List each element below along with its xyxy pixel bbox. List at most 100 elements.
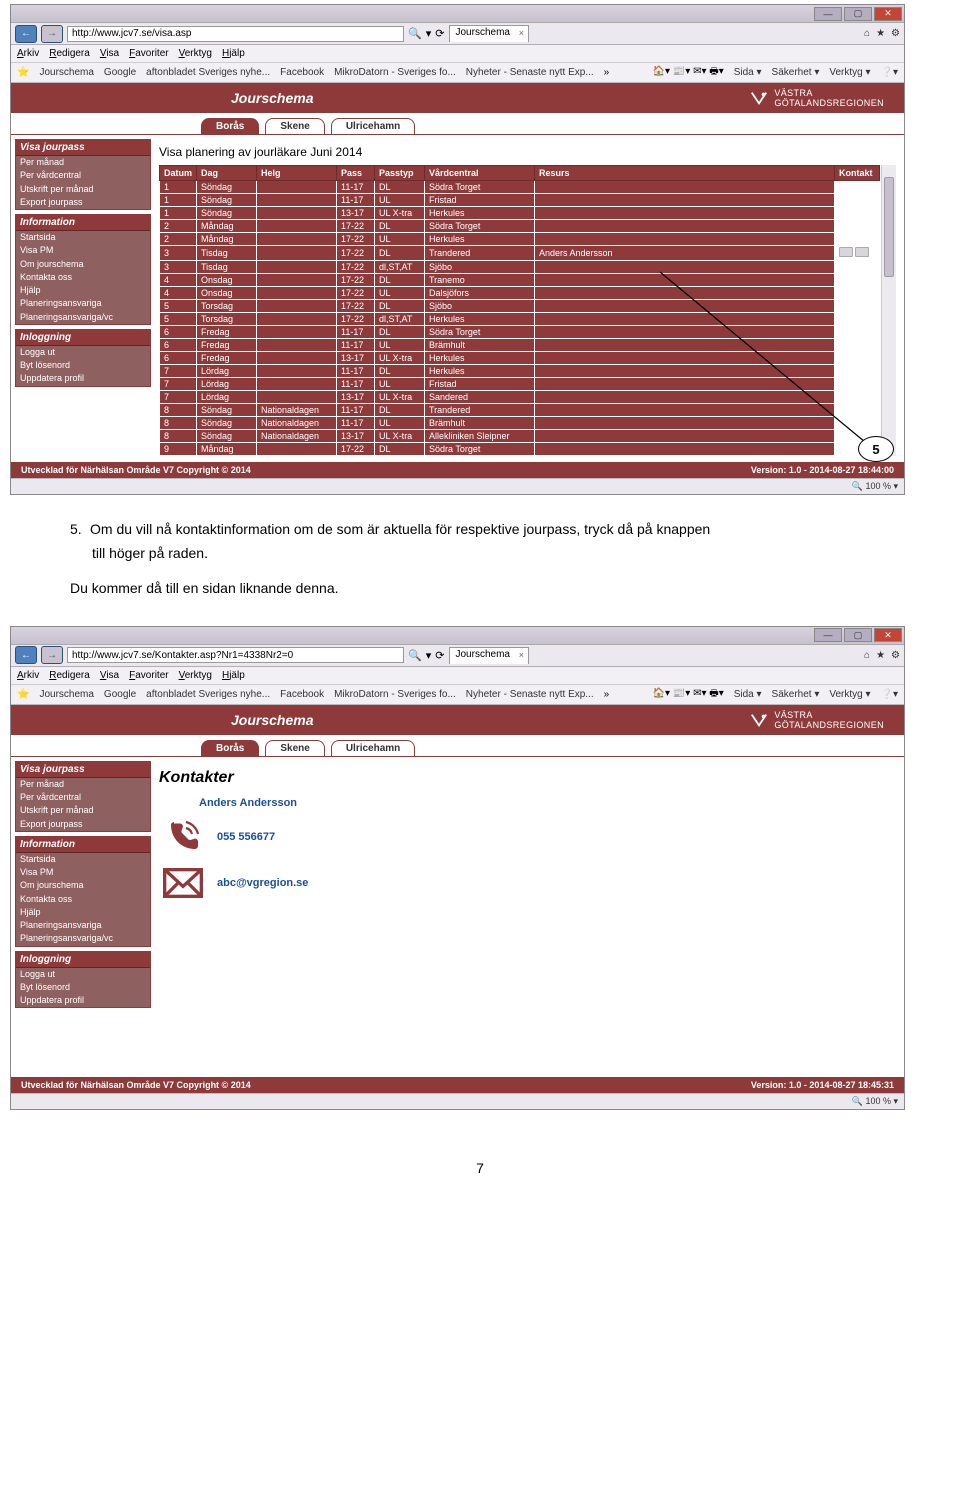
favorites-icon[interactable]: ★	[876, 650, 885, 661]
sidebar-item[interactable]: Kontakta oss	[16, 893, 150, 906]
toolbar-menu[interactable]: Sida ▾	[734, 67, 762, 78]
tab-close-icon[interactable]: ×	[519, 28, 524, 38]
sidebar-item[interactable]: Logga ut	[16, 346, 150, 359]
toolbar-menu[interactable]: Verktyg ▾	[829, 689, 870, 700]
fav-link[interactable]: Facebook	[280, 689, 324, 700]
menu-item[interactable]: Hjälp	[222, 48, 245, 59]
home-icon[interactable]: ⌂	[864, 650, 870, 661]
location-tab[interactable]: Borås	[201, 740, 259, 756]
window-close[interactable]: ✕	[874, 628, 902, 642]
url-input[interactable]: http://www.jcv7.se/visa.asp	[67, 26, 404, 42]
toolbar-menu[interactable]: Verktyg ▾	[829, 67, 870, 78]
browser-tab[interactable]: Jourschema ×	[449, 25, 529, 42]
window-minimize[interactable]: —	[814, 7, 842, 21]
sidebar-item[interactable]: Kontakta oss	[16, 271, 150, 284]
toolbar-menu[interactable]: Säkerhet ▾	[772, 689, 820, 700]
sidebar-item[interactable]: Logga ut	[16, 968, 150, 981]
menu-item[interactable]: Favoriter	[129, 670, 168, 681]
fav-link[interactable]: Jourschema	[39, 67, 93, 78]
sidebar-item[interactable]: Per vårdcentral	[16, 791, 150, 804]
menu-item[interactable]: Hjälp	[222, 670, 245, 681]
settings-icon[interactable]: ⚙	[891, 650, 900, 661]
fav-link[interactable]: MikroDatorn - Sveriges fo...	[334, 67, 456, 78]
sidebar-item[interactable]: Export jourpass	[16, 818, 150, 831]
tab-close-icon[interactable]: ×	[519, 650, 524, 660]
menu-item[interactable]: Redigera	[49, 48, 90, 59]
fav-link[interactable]: aftonbladet Sveriges nyhe...	[146, 689, 270, 700]
sidebar-item[interactable]: Uppdatera profil	[16, 372, 150, 385]
fav-link[interactable]: MikroDatorn - Sveriges fo...	[334, 689, 456, 700]
sidebar-item[interactable]: Utskrift per månad	[16, 804, 150, 817]
contact-cell[interactable]	[835, 246, 880, 261]
fav-link[interactable]: Google	[104, 689, 136, 700]
sidebar-item[interactable]: Planeringsansvariga/vc	[16, 932, 150, 945]
nav-forward[interactable]: →	[41, 25, 63, 43]
sidebar-item[interactable]: Om jourschema	[16, 879, 150, 892]
settings-icon[interactable]: ⚙	[891, 28, 900, 39]
toolbar-menu[interactable]: ❔▾	[881, 689, 898, 700]
location-tab[interactable]: Ulricehamn	[331, 118, 415, 134]
phone-mini-icon[interactable]	[839, 247, 853, 257]
sidebar-item[interactable]: Planeringsansvariga/vc	[16, 311, 150, 324]
sidebar-item[interactable]: Export jourpass	[16, 196, 150, 209]
toolbar-icons[interactable]: 🏠▾ 📰▾ ✉▾ 🖶▾	[653, 64, 724, 81]
toolbar-menu[interactable]: ❔▾	[881, 67, 898, 78]
menu-item[interactable]: Arkiv	[17, 670, 39, 681]
sidebar-item[interactable]: Visa PM	[16, 244, 150, 257]
menu-item[interactable]: Favoriter	[129, 48, 168, 59]
refresh-icon[interactable]: ⟳	[435, 27, 444, 40]
url-input[interactable]: http://www.jcv7.se/Kontakter.asp?Nr1=433…	[67, 647, 404, 663]
window-close[interactable]: ✕	[874, 7, 902, 21]
fav-link[interactable]: aftonbladet Sveriges nyhe...	[146, 67, 270, 78]
sidebar-item[interactable]: Startsida	[16, 853, 150, 866]
browser-tab[interactable]: Jourschema ×	[449, 647, 529, 664]
menu-item[interactable]: Verktyg	[179, 670, 212, 681]
search-icon[interactable]: 🔍	[408, 649, 422, 662]
sidebar-item[interactable]: Uppdatera profil	[16, 994, 150, 1007]
scrollbar[interactable]	[881, 165, 896, 456]
sidebar-item[interactable]: Per månad	[16, 156, 150, 169]
sidebar-item[interactable]: Hjälp	[16, 284, 150, 297]
menu-item[interactable]: Verktyg	[179, 48, 212, 59]
sidebar-item[interactable]: Visa PM	[16, 866, 150, 879]
window-maximize[interactable]: ▢	[844, 628, 872, 642]
menu-item[interactable]: Arkiv	[17, 48, 39, 59]
fav-star-icon[interactable]: ⭐	[17, 689, 29, 700]
sidebar-item[interactable]: Utskrift per månad	[16, 183, 150, 196]
nav-back[interactable]: ←	[15, 25, 37, 43]
sidebar-item[interactable]: Byt lösenord	[16, 981, 150, 994]
sidebar-item[interactable]: Planeringsansvariga	[16, 919, 150, 932]
refresh-icon[interactable]: ⟳	[435, 649, 444, 662]
nav-forward[interactable]: →	[41, 646, 63, 664]
scroll-thumb[interactable]	[884, 177, 894, 277]
location-tab[interactable]: Ulricehamn	[331, 740, 415, 756]
fav-link[interactable]: Facebook	[280, 67, 324, 78]
window-maximize[interactable]: ▢	[844, 7, 872, 21]
fav-link[interactable]: Nyheter - Senaste nytt Exp...	[466, 67, 594, 78]
menu-item[interactable]: Redigera	[49, 670, 90, 681]
fav-link[interactable]: Google	[104, 67, 136, 78]
home-icon[interactable]: ⌂	[864, 28, 870, 39]
zoom-level[interactable]: 🔍 100 % ▾	[852, 481, 898, 492]
sidebar-item[interactable]: Per månad	[16, 778, 150, 791]
toolbar-menu[interactable]: Sida ▾	[734, 689, 762, 700]
toolbar-menu[interactable]: Säkerhet ▾	[772, 67, 820, 78]
sidebar-item[interactable]: Startsida	[16, 231, 150, 244]
fav-star-icon[interactable]: ⭐	[17, 67, 29, 78]
sidebar-item[interactable]: Om jourschema	[16, 258, 150, 271]
location-tab[interactable]: Skene	[265, 118, 324, 134]
search-icon[interactable]: 🔍	[408, 27, 422, 40]
mail-mini-icon[interactable]	[855, 247, 869, 257]
location-tab[interactable]: Borås	[201, 118, 259, 134]
menu-item[interactable]: Visa	[100, 48, 119, 59]
location-tab[interactable]: Skene	[265, 740, 324, 756]
toolbar-icons[interactable]: 🏠▾ 📰▾ ✉▾ 🖶▾	[653, 686, 724, 703]
menu-item[interactable]: Visa	[100, 670, 119, 681]
window-minimize[interactable]: —	[814, 628, 842, 642]
sidebar-item[interactable]: Byt lösenord	[16, 359, 150, 372]
zoom-level[interactable]: 🔍 100 % ▾	[852, 1096, 898, 1107]
fav-link[interactable]: Nyheter - Senaste nytt Exp...	[466, 689, 594, 700]
sidebar-item[interactable]: Hjälp	[16, 906, 150, 919]
sidebar-item[interactable]: Per vårdcentral	[16, 169, 150, 182]
favorites-icon[interactable]: ★	[876, 28, 885, 39]
